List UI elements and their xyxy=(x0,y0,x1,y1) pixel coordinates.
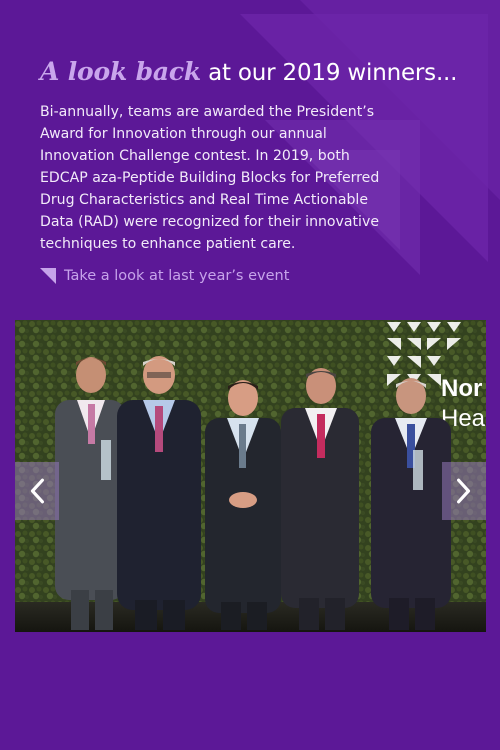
last-year-event-link[interactable]: Take a look at last year’s event xyxy=(40,268,289,284)
page: A look back at our 2019 winners... Bi-an… xyxy=(0,0,500,750)
intro-paragraph: Bi-annually, teams are awarded the Presi… xyxy=(40,104,380,252)
last-year-event-link-label: Take a look at last year’s event xyxy=(64,268,290,284)
winners-group-photo: Nor Hea xyxy=(15,320,486,632)
corner-triangle-icon xyxy=(40,268,56,284)
chevron-right-icon xyxy=(457,478,471,504)
page-headline: A look back at our 2019 winners... xyxy=(40,54,480,91)
carousel-next-button[interactable] xyxy=(442,462,486,520)
headline-script-text: A look back xyxy=(40,57,201,86)
headline-rest-text: at our 2019 winners... xyxy=(201,60,458,86)
chevron-left-icon xyxy=(30,478,44,504)
backdrop-text-line1: Nor xyxy=(441,375,482,402)
carousel-prev-button[interactable] xyxy=(15,462,59,520)
winners-photo-carousel[interactable]: Nor Hea xyxy=(15,320,486,632)
